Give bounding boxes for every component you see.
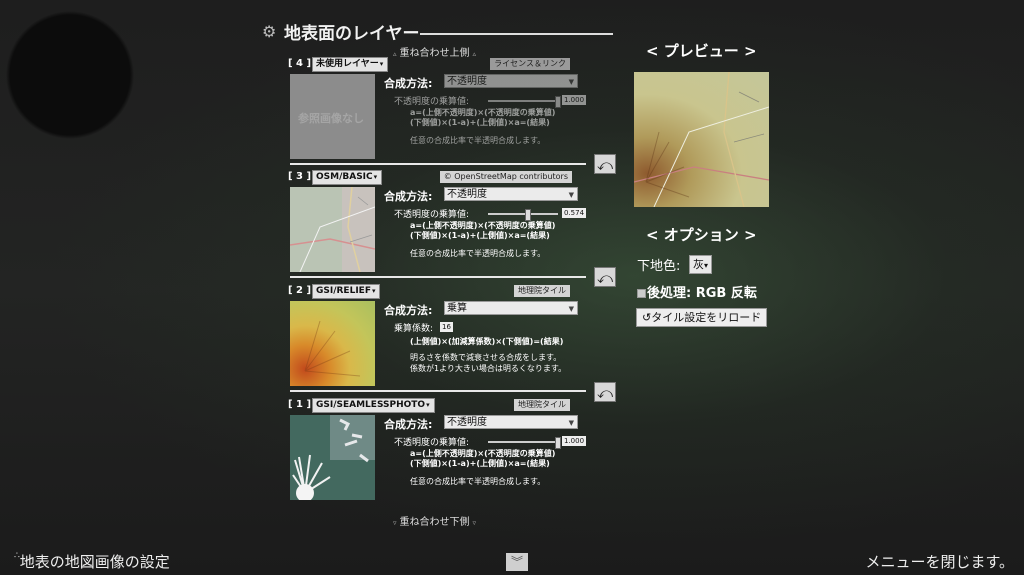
layer-number: [ 4 ] <box>288 58 312 69</box>
triangle-up-icon: ▵ <box>472 50 477 58</box>
swap-layers-button[interactable]: ⤺ <box>594 154 616 174</box>
layer-number: [ 1 ] <box>288 399 312 410</box>
blend-description: 任意の合成比率で半透明合成します。 <box>410 477 546 486</box>
license-link-button[interactable]: 地理院タイル <box>514 399 570 411</box>
opacity-value: 1.000 <box>562 95 587 105</box>
background-color-select[interactable]: 灰▾ <box>689 255 713 274</box>
opacity-slider[interactable] <box>488 209 558 221</box>
title-divider <box>420 33 613 35</box>
layer-thumbnail <box>290 415 375 500</box>
blend-method-label: 合成方法: <box>384 304 433 317</box>
formula-text: a=(上側不透明度)×(不透明度の乗算値) (下側値)×(1-a)+(上側値)×a… <box>410 221 556 240</box>
slider-knob[interactable] <box>555 437 561 449</box>
opacity-multiplier-label: 不透明度の乗算値: <box>394 210 470 220</box>
postprocess-label[interactable]: 後処理: RGB 反転 <box>647 282 757 301</box>
opacity-value: 1.000 <box>562 436 587 446</box>
aerial-photo-thumbnail <box>290 415 375 500</box>
layer-thumbnail: 参照画像なし <box>290 74 375 159</box>
swap-layers-icon: ⤺ <box>596 384 614 402</box>
preview-map <box>634 72 769 207</box>
layer-number: [ 3 ] <box>288 171 312 182</box>
stack-bottom-hint: ▿ 重ね合わせ下側 ▿ <box>390 513 479 528</box>
blend-method-select[interactable]: 乗算 ▼ <box>444 301 578 315</box>
triangle-down-icon: ▿ <box>472 519 477 527</box>
dropdown-arrow-icon: ▾ <box>373 173 378 181</box>
stack-top-hint: ▵ 重ね合わせ上側 ▵ <box>390 44 479 59</box>
dropdown-arrow-icon: ▾ <box>371 287 376 295</box>
osm-map-thumbnail <box>290 187 375 272</box>
layer-separator <box>290 163 586 165</box>
slider-knob[interactable] <box>555 96 561 108</box>
multiply-factor-label: 乗算係数: <box>394 324 434 334</box>
layer-1: [ 1 ] GSI/SEAMLESSPHOTO▾ 地理院タイル 合成方法: 不透… <box>288 398 588 511</box>
dropdown-arrow-icon: ▼ <box>568 419 574 427</box>
postprocess-checkbox[interactable] <box>637 289 646 298</box>
formula-text: a=(上側不透明度)×(不透明度の乗算値) (下側値)×(1-a)+(上側値)×a… <box>410 449 556 468</box>
layer-thumbnail <box>290 187 375 272</box>
blend-description: 任意の合成比率で半透明合成します。 <box>410 249 546 258</box>
layer-source-select[interactable]: GSI/SEAMLESSPHOTO▾ <box>312 398 435 413</box>
slider-knob[interactable] <box>525 209 532 221</box>
layer-separator <box>290 390 586 392</box>
blend-method-label: 合成方法: <box>384 77 433 90</box>
dropdown-arrow-icon: ▾ <box>379 60 384 68</box>
swap-layers-icon: ⤺ <box>596 269 614 287</box>
preview-image <box>634 72 769 207</box>
page-title: 地表面のレイヤー <box>284 24 420 44</box>
blend-description: 明るさを係数で減衰させる合成をします。 係数が1より大きい場合は明るくなります。 <box>410 353 567 373</box>
license-link-button[interactable]: © OpenStreetMap contributors <box>439 171 572 183</box>
options-title: < オプション > <box>646 226 757 244</box>
layer-thumbnail <box>290 301 375 386</box>
license-link-button[interactable]: ライセンス＆リンク <box>490 58 570 70</box>
reload-icon: ↺ <box>642 311 652 324</box>
opacity-value: 0.574 <box>562 208 587 218</box>
layer-number: [ 2 ] <box>288 285 312 296</box>
layer-4: [ 4 ] 未使用レイヤー▾ ライセンス＆リンク 参照画像なし 合成方法: 不透… <box>288 57 588 170</box>
layer-source-select[interactable]: GSI/RELIEF▾ <box>312 284 381 299</box>
opacity-slider[interactable] <box>488 96 561 108</box>
blend-method-select[interactable]: 不透明度 ▼ <box>444 415 578 429</box>
opacity-slider[interactable] <box>488 437 561 449</box>
blend-method-select[interactable]: 不透明度 ▼ <box>444 74 578 88</box>
no-image-text: 参照画像なし <box>298 112 364 125</box>
chevron-down-icon: ︾ <box>510 555 523 569</box>
close-menu-button[interactable]: メニューを閉じます。 <box>865 551 1014 572</box>
layer-2: [ 2 ] GSI/RELIEF▾ 地理院タイル 合成方法: 乗算 ▼ 乗算係数:… <box>288 284 588 397</box>
dropdown-arrow-icon: ▼ <box>568 305 574 313</box>
formula-text: (上側値)×(加減算係数)×(下側値)=(結果) <box>410 337 564 346</box>
layer-source-select[interactable]: OSM/BASIC▾ <box>312 170 383 185</box>
dropdown-arrow-icon: ▼ <box>568 191 574 199</box>
dropdown-arrow-icon: ▼ <box>568 78 574 86</box>
opacity-multiplier-label: 不透明度の乗算値: <box>394 438 470 448</box>
triangle-down-icon: ▿ <box>393 519 397 527</box>
background-color-label: 下地色: <box>637 259 681 274</box>
swap-layers-button[interactable]: ⤺ <box>594 382 616 402</box>
preview-title: < プレビュー > <box>646 42 757 60</box>
dropdown-arrow-icon: ▾ <box>426 401 430 409</box>
multiply-factor-value[interactable]: 16 <box>440 322 453 332</box>
reload-tile-settings-button[interactable]: ↺タイル設定をリロード <box>636 308 768 327</box>
footer-section-title: ∴地表の地図画像の設定 <box>14 551 170 571</box>
swap-layers-button[interactable]: ⤺ <box>594 267 616 287</box>
triangle-up-icon: ▵ <box>393 50 397 58</box>
blend-method-label: 合成方法: <box>384 418 433 431</box>
formula-text: a=(上側不透明度)×(不透明度の乗算値) (下側値)×(1-a)+(上側値)×a… <box>410 108 556 127</box>
blend-description: 任意の合成比率で半透明合成します。 <box>410 136 546 145</box>
layer-3: [ 3 ] OSM/BASIC▾ © OpenStreetMap contrib… <box>288 170 588 283</box>
swap-layers-icon: ⤺ <box>596 156 614 174</box>
blend-method-select[interactable]: 不透明度 ▼ <box>444 187 578 201</box>
license-link-button[interactable]: 地理院タイル <box>514 285 570 297</box>
dropdown-arrow-icon: ▾ <box>704 261 709 270</box>
gear-icon: ⚙ <box>262 22 277 41</box>
layer-source-select[interactable]: 未使用レイヤー▾ <box>312 57 389 72</box>
relief-map-thumbnail <box>304 320 361 377</box>
collapse-button[interactable]: ︾ <box>506 553 528 571</box>
opacity-multiplier-label: 不透明度の乗算値: <box>394 97 470 107</box>
layer-separator <box>290 276 586 278</box>
blend-method-label: 合成方法: <box>384 190 433 203</box>
